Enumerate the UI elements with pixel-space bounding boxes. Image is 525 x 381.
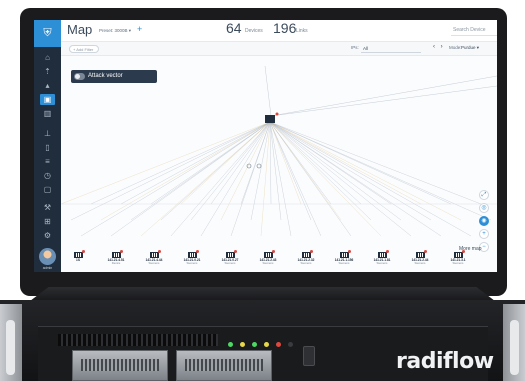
power-button[interactable]	[303, 346, 315, 366]
device-name: Siemens	[452, 261, 464, 265]
clock-icon[interactable]: ◷	[40, 170, 55, 181]
device-ip: 1S	[76, 258, 80, 262]
tools-icon[interactable]: ⚒	[40, 202, 55, 213]
filter-bar: + Add Filter IPs: All ‹ › Mode: Purdue ▾…	[61, 42, 497, 56]
device-node[interactable]: 141.21.1.156 Siemens	[331, 250, 357, 265]
map-icon[interactable]: ▣	[40, 94, 55, 105]
device-node[interactable]: 141.21.2.32 Siemens	[293, 250, 319, 265]
alert-dot-icon	[234, 250, 237, 253]
appliance-vent	[58, 334, 218, 346]
device-name: Siemens	[186, 261, 198, 265]
device-node[interactable]: 141.21.0.21 Siemens	[179, 250, 205, 265]
alert-dot-icon	[82, 250, 85, 253]
upload-icon[interactable]: ⇡	[40, 66, 55, 77]
add-preset-button[interactable]: +	[137, 24, 142, 34]
toggle-switch[interactable]	[74, 73, 85, 80]
device-name: Device	[111, 261, 121, 265]
device-name: Siemens	[376, 261, 388, 265]
device-name: Siemens	[338, 261, 350, 265]
page-title: Map	[67, 22, 93, 37]
search-input[interactable]: Search Device ⌕	[451, 25, 497, 36]
device-name: Siemens	[148, 261, 160, 265]
status-led-1	[228, 342, 233, 347]
grid-icon[interactable]: ⊞	[40, 216, 55, 227]
document-icon[interactable]: ▯	[40, 142, 55, 153]
core-switch-icon	[265, 115, 275, 123]
device-name: Siemens	[262, 261, 274, 265]
sidebar: ⛨ ⌂ ⇡ ▴ ▣ ▥ ⊥ ▯ ≡ ◷ ▢ ⚒ ⊞ ⚙ admin	[34, 20, 61, 272]
alert-dot-icon	[462, 250, 465, 253]
links-count: 196	[273, 20, 297, 36]
ips-label: IPs:	[351, 45, 359, 50]
devices-label: Devices	[245, 28, 263, 34]
status-led-4	[264, 342, 269, 347]
brand-logo: radiflow	[396, 349, 494, 374]
mode-select[interactable]: Purdue ▾	[461, 45, 479, 51]
device-node[interactable]: 141.21.4.44 Siemens	[141, 250, 167, 265]
status-led-2	[240, 342, 245, 347]
device-node[interactable]: 141.21.2.44 Siemens	[407, 250, 433, 265]
device-node[interactable]: 141.21.4.51 Device	[103, 250, 129, 265]
alert-dot-icon	[310, 250, 313, 253]
analytics-icon[interactable]: ⊥	[40, 128, 55, 139]
alert-dot-icon	[348, 250, 351, 253]
network-links	[61, 65, 497, 237]
device-node[interactable]: 141.21.2.43 Siemens	[255, 250, 281, 265]
rack-handle-left	[6, 320, 15, 375]
drive-bay-2	[176, 350, 272, 381]
status-led-5	[276, 342, 281, 347]
locate-icon[interactable]: ◉	[479, 216, 489, 226]
appliance-top	[30, 287, 495, 301]
fit-view-icon[interactable]: ⤢	[479, 190, 489, 200]
bar-chart-icon[interactable]: ▥	[40, 108, 55, 119]
list-icon[interactable]: ≡	[40, 156, 55, 167]
layers-icon[interactable]: ◎	[479, 203, 489, 213]
settings-icon[interactable]: ⚙	[40, 230, 55, 241]
report-icon[interactable]: ▢	[40, 184, 55, 195]
device-node[interactable]: 1S	[65, 250, 91, 262]
device-name: Siemens	[300, 261, 312, 265]
chart-icon[interactable]: ▴	[40, 80, 55, 91]
status-led-3	[252, 342, 257, 347]
alert-dot-icon	[272, 250, 275, 253]
links-label: Links	[296, 28, 308, 34]
status-led-6	[288, 342, 293, 347]
home-icon[interactable]: ⌂	[40, 52, 55, 63]
device-name: Siemens	[414, 261, 426, 265]
avatar[interactable]	[39, 248, 56, 265]
rack-handle-right	[510, 320, 519, 375]
devices-count: 64	[226, 20, 242, 36]
add-filter-button[interactable]: + Add Filter	[69, 45, 99, 53]
alert-dot-icon	[424, 250, 427, 253]
attack-vector-toggle[interactable]: Attack vector	[71, 70, 157, 83]
search-placeholder: Search Device	[453, 27, 486, 33]
nav-arrows[interactable]: ‹ ›	[433, 44, 445, 50]
device-node[interactable]: 141.21.3.1 Siemens	[445, 250, 471, 265]
top-bar: Map Preset: 3000B ▾ + 64 Devices 196 Lin…	[61, 20, 497, 42]
alert-dot-icon	[120, 250, 123, 253]
preset-dropdown[interactable]: Preset: 3000B ▾	[99, 28, 131, 34]
device-node[interactable]: 141.21.1.81 Siemens	[369, 250, 395, 265]
device-name: Siemens	[224, 261, 236, 265]
alert-dot-icon	[386, 250, 389, 253]
product-composite: ⛨ ⌂ ⇡ ▴ ▣ ▥ ⊥ ▯ ≡ ◷ ▢ ⚒ ⊞ ⚙ admin Map Pr…	[0, 0, 525, 381]
mode-label: Mode:	[449, 45, 462, 50]
logo-shield-icon[interactable]: ⛨	[34, 20, 61, 47]
ips-select[interactable]: All	[361, 44, 421, 53]
zoom-in-icon[interactable]: +	[479, 229, 489, 239]
drive-bay-1	[72, 350, 168, 381]
user-label: admin	[42, 266, 53, 270]
app-screen: ⛨ ⌂ ⇡ ▴ ▣ ▥ ⊥ ▯ ≡ ◷ ▢ ⚒ ⊞ ⚙ admin Map Pr…	[34, 20, 497, 272]
network-map-canvas[interactable]: Attack vector ⤢ ◎ ◉ + − More map 1S 141.2…	[61, 56, 497, 272]
attack-vector-label: Attack vector	[88, 73, 123, 79]
device-row: 1S 141.21.4.51 Device 141.21.4.44 Siemens 141…	[61, 250, 497, 272]
alert-dot-icon	[158, 250, 161, 253]
alert-dot-icon	[196, 250, 199, 253]
device-node[interactable]: 141.21.0.27 Siemens	[217, 250, 243, 265]
